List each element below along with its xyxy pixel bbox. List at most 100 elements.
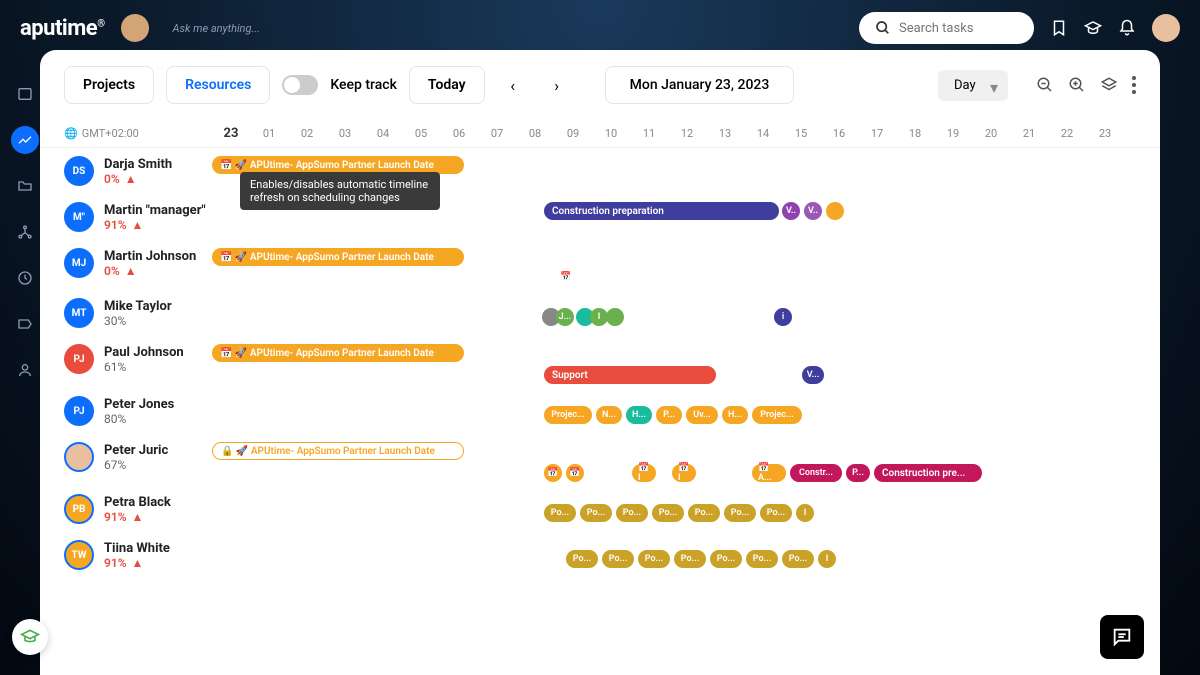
prev-arrow-icon[interactable]: ‹ <box>497 69 529 101</box>
task-bar[interactable]: V.. <box>804 202 822 220</box>
hour-label: 02 <box>288 127 326 140</box>
task-bar[interactable]: Po... <box>638 550 670 568</box>
nav-tag-icon[interactable] <box>11 310 39 338</box>
resource-row: PJPaul Johnson61%📅 🚀 APUtime- AppSumo Pa… <box>40 336 1160 388</box>
task-bar[interactable]: I <box>818 550 836 568</box>
task-bar[interactable]: Po... <box>566 550 598 568</box>
task-bar[interactable]: I <box>796 504 814 522</box>
hour-label: 21 <box>1010 127 1048 140</box>
graduation-icon[interactable] <box>1084 19 1102 37</box>
task-bar[interactable] <box>606 308 624 326</box>
task-bar[interactable]: 📅 I <box>632 464 656 482</box>
task-bar[interactable]: Po... <box>652 504 684 522</box>
bookmark-icon[interactable] <box>1050 19 1068 37</box>
user-avatar-small[interactable] <box>121 14 149 42</box>
more-icon[interactable] <box>1132 76 1136 94</box>
task-bar[interactable]: Constr... <box>790 464 842 482</box>
next-arrow-icon[interactable]: › <box>541 69 573 101</box>
task-bar[interactable]: Construction preparation <box>544 202 779 220</box>
task-bar[interactable]: Projec... <box>752 406 802 424</box>
task-bar[interactable]: Uv... <box>686 406 718 424</box>
task-bar[interactable]: Construction pre... <box>874 464 982 482</box>
ask-anything[interactable]: Ask me anything... <box>173 22 260 35</box>
help-fab[interactable] <box>12 619 48 655</box>
resource-row: Peter Juric67%🔒 🚀 APUtime- AppSumo Partn… <box>40 434 1160 486</box>
person-percent: 0% ▲ <box>104 172 172 186</box>
nav-timeline-icon[interactable] <box>11 126 39 154</box>
nav-branch-icon[interactable] <box>11 218 39 246</box>
task-bar[interactable]: Po... <box>580 504 612 522</box>
task-bar[interactable]: H... <box>722 406 748 424</box>
avatar[interactable]: PJ <box>64 344 94 374</box>
nav-clock-icon[interactable] <box>11 264 39 292</box>
task-bar[interactable]: 📅 I <box>672 464 696 482</box>
main-panel: Projects Resources Keep track Today ‹ › … <box>40 50 1160 675</box>
zoom-in-icon[interactable] <box>1068 76 1086 94</box>
hour-label: 06 <box>440 127 478 140</box>
tab-resources[interactable]: Resources <box>166 66 270 104</box>
task-bar[interactable]: H... <box>626 406 652 424</box>
task-bar[interactable]: Po... <box>602 550 634 568</box>
zoom-out-icon[interactable] <box>1036 76 1054 94</box>
person-percent: 91% ▲ <box>104 510 171 524</box>
task-bar[interactable]: Po... <box>688 504 720 522</box>
brand-logo[interactable]: aputime® <box>20 16 105 41</box>
task-bar[interactable]: P... <box>656 406 682 424</box>
task-bar[interactable]: J... <box>556 308 574 326</box>
search-box[interactable] <box>859 12 1034 44</box>
task-bar[interactable]: N... <box>596 406 622 424</box>
hour-label: 12 <box>668 127 706 140</box>
task-bar[interactable]: Po... <box>724 504 756 522</box>
today-button[interactable]: Today <box>409 66 485 104</box>
avatar[interactable]: MJ <box>64 248 94 278</box>
avatar[interactable]: MT <box>64 298 94 328</box>
task-bar[interactable]: 📅 🚀 APUtime- AppSumo Partner Launch Date <box>212 344 464 362</box>
task-bar[interactable]: V... <box>802 366 824 384</box>
timezone-label: GMT+02:00 <box>82 127 139 140</box>
bell-icon[interactable] <box>1118 19 1136 37</box>
avatar[interactable]: DS <box>64 156 94 186</box>
task-bar[interactable]: Po... <box>674 550 706 568</box>
task-bar[interactable]: Po... <box>710 550 742 568</box>
nav-dashboard-icon[interactable] <box>11 80 39 108</box>
task-bar[interactable]: 📅 🚀 APUtime- AppSumo Partner Launch Date <box>212 248 464 266</box>
hour-label: 22 <box>1048 127 1086 140</box>
search-input[interactable] <box>899 21 1018 36</box>
day-number: 23 <box>212 126 250 141</box>
date-display[interactable]: Mon January 23, 2023 <box>605 66 795 104</box>
task-bar[interactable]: Po... <box>746 550 778 568</box>
profile-avatar[interactable] <box>1152 14 1180 42</box>
task-bar[interactable]: Po... <box>544 504 576 522</box>
resource-row: TWTiina White91% ▲Po...Po...Po...Po...Po… <box>40 532 1160 578</box>
person-percent: 80% <box>104 412 174 426</box>
task-bar[interactable]: 🔒 🚀 APUtime- AppSumo Partner Launch Date <box>212 442 464 460</box>
view-select[interactable]: Day <box>938 70 1008 101</box>
task-bar[interactable]: P... <box>846 464 870 482</box>
nav-user-icon[interactable] <box>11 356 39 384</box>
tab-projects[interactable]: Projects <box>64 66 154 104</box>
task-bar[interactable]: Po... <box>616 504 648 522</box>
task-bar[interactable]: 📅 A... <box>752 464 786 482</box>
avatar[interactable]: PB <box>64 494 94 524</box>
avatar[interactable] <box>64 442 94 472</box>
globe-icon: 🌐 <box>64 127 78 140</box>
task-bar[interactable]: Po... <box>760 504 792 522</box>
task-bar[interactable]: i <box>774 308 792 326</box>
task-bar[interactable]: 📅 <box>544 464 562 482</box>
avatar[interactable]: TW <box>64 540 94 570</box>
nav-folder-icon[interactable] <box>11 172 39 200</box>
avatar[interactable]: M" <box>64 202 94 232</box>
person-percent: 30% <box>104 314 172 328</box>
task-bar[interactable]: Po... <box>782 550 814 568</box>
hour-label: 07 <box>478 127 516 140</box>
layers-icon[interactable] <box>1100 76 1118 94</box>
task-bar[interactable]: Support <box>544 366 716 384</box>
task-bar[interactable]: Projec... <box>544 406 592 424</box>
task-bar[interactable]: 📅 <box>556 268 576 286</box>
chat-fab[interactable] <box>1100 615 1144 659</box>
keep-track-toggle[interactable] <box>282 75 318 95</box>
task-bar[interactable]: V.. <box>782 202 800 220</box>
task-bar[interactable] <box>826 202 844 220</box>
task-bar[interactable]: 📅 <box>566 464 584 482</box>
avatar[interactable]: PJ <box>64 396 94 426</box>
